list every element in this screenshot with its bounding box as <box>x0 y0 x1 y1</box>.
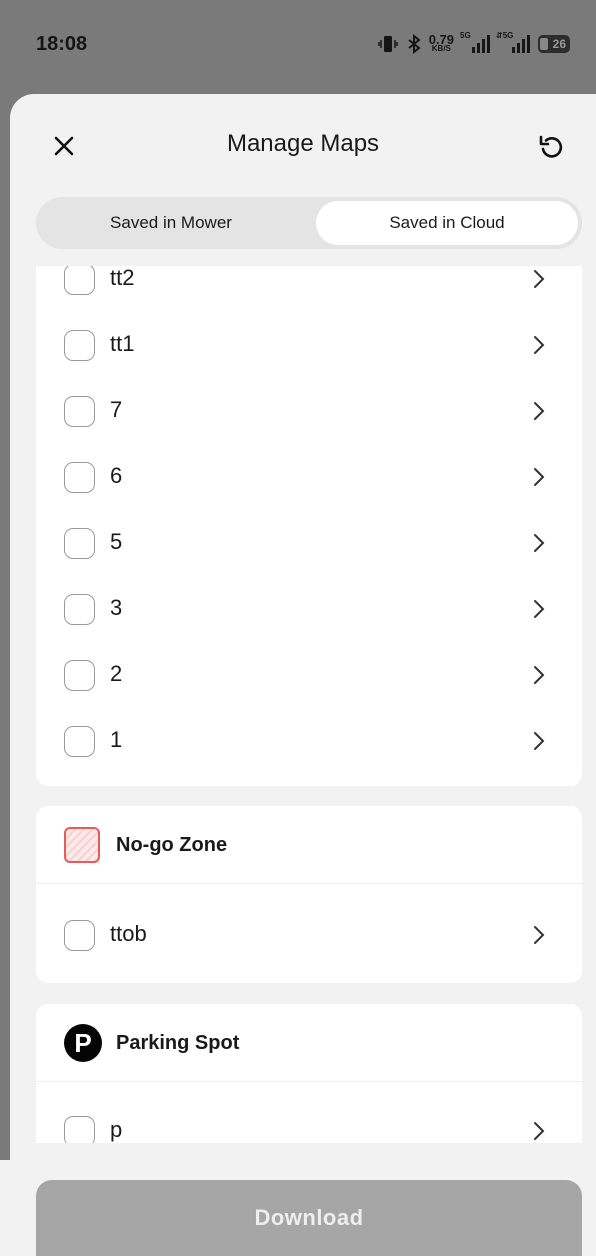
nogo-zone-card: No-go Zone ttob <box>36 806 582 983</box>
refresh-icon[interactable] <box>537 132 565 160</box>
chevron-right-icon <box>534 402 545 420</box>
list-item[interactable]: 2 <box>36 642 582 708</box>
checkbox[interactable] <box>64 726 95 757</box>
maps-card: tt2 tt1 7 6 5 3 2 1 <box>36 266 582 786</box>
checkbox[interactable] <box>64 266 95 295</box>
download-button[interactable]: Download <box>36 1180 582 1256</box>
status-time: 18:08 <box>36 33 88 55</box>
chevron-right-icon <box>534 336 545 354</box>
parking-spot-card: P Parking Spot p <box>36 1004 582 1143</box>
bluetooth-icon <box>408 34 421 54</box>
map-name: 6 <box>110 463 123 488</box>
chevron-right-icon <box>534 926 545 944</box>
page-title: Manage Maps <box>226 130 380 157</box>
tab-saved-in-mower[interactable]: Saved in Mower <box>40 201 302 245</box>
section-title: No-go Zone <box>116 834 228 856</box>
vibrate-icon <box>377 36 398 52</box>
net-speed-unit: KB/S <box>431 44 451 53</box>
net-speed-value: 0.79 <box>428 32 454 47</box>
list-item[interactable]: 7 <box>36 378 582 444</box>
nogo-zone-header: No-go Zone <box>36 806 582 884</box>
map-name: 5 <box>110 529 123 554</box>
chevron-right-icon <box>534 1122 545 1140</box>
parking-spot-header: P Parking Spot <box>36 1004 582 1082</box>
map-name: tt1 <box>110 331 135 356</box>
list-item[interactable]: tt2 <box>36 266 582 312</box>
list-item[interactable]: p <box>36 1098 582 1143</box>
tab-saved-in-cloud[interactable]: Saved in Cloud <box>316 201 578 245</box>
storage-tabs: Saved in Mower Saved in Cloud <box>36 197 582 249</box>
battery-icon: 26 <box>538 35 570 53</box>
list-item[interactable]: 1 <box>36 708 582 774</box>
checkbox[interactable] <box>64 396 95 427</box>
chevron-right-icon <box>534 270 545 288</box>
map-name: 1 <box>110 727 123 752</box>
chevron-right-icon <box>534 468 545 486</box>
map-name: 7 <box>110 397 123 422</box>
checkbox[interactable] <box>64 1116 95 1143</box>
list-item[interactable]: 3 <box>36 576 582 642</box>
signal-label-2: ⇵5G <box>496 31 514 40</box>
manage-maps-sheet: Manage Maps Saved in Mower Saved in Clou… <box>10 94 596 1256</box>
map-name: tt2 <box>110 266 135 290</box>
sheet-header: Manage Maps <box>10 94 596 198</box>
checkbox[interactable] <box>64 528 95 559</box>
section-title: Parking Spot <box>116 1032 240 1054</box>
map-name: 3 <box>110 595 123 620</box>
chevron-right-icon <box>534 534 545 552</box>
spot-name: p <box>110 1117 123 1142</box>
checkbox[interactable] <box>64 330 95 361</box>
signal-icon: 5G <box>460 31 490 53</box>
chevron-right-icon <box>534 666 545 684</box>
maps-scroll-list[interactable]: tt2 tt1 7 6 5 3 2 1 No-go Zone ttob P Pa… <box>36 266 582 1143</box>
parking-icon: P <box>64 1024 102 1062</box>
list-item[interactable]: ttob <box>36 902 582 968</box>
signal-icon-2: ⇵5G <box>496 31 530 53</box>
status-bar: 18:08 0.79 KB/S 5G ⇵5G 26 <box>0 0 596 94</box>
signal-label: 5G <box>460 31 471 40</box>
checkbox[interactable] <box>64 660 95 691</box>
footer: Download <box>0 1160 596 1256</box>
map-name: 2 <box>110 661 123 686</box>
chevron-right-icon <box>534 732 545 750</box>
checkbox[interactable] <box>64 920 95 951</box>
zone-name: ttob <box>110 921 147 946</box>
checkbox[interactable] <box>64 462 95 493</box>
chevron-right-icon <box>534 600 545 618</box>
checkbox[interactable] <box>64 594 95 625</box>
list-item[interactable]: tt1 <box>36 312 582 378</box>
status-icons: 0.79 KB/S 5G ⇵5G 26 <box>377 31 570 56</box>
nogo-zone-icon <box>64 827 100 863</box>
list-item[interactable]: 5 <box>36 510 582 576</box>
list-item[interactable]: 6 <box>36 444 582 510</box>
net-speed: 0.79 KB/S <box>428 32 454 53</box>
battery-level: 26 <box>552 37 566 51</box>
